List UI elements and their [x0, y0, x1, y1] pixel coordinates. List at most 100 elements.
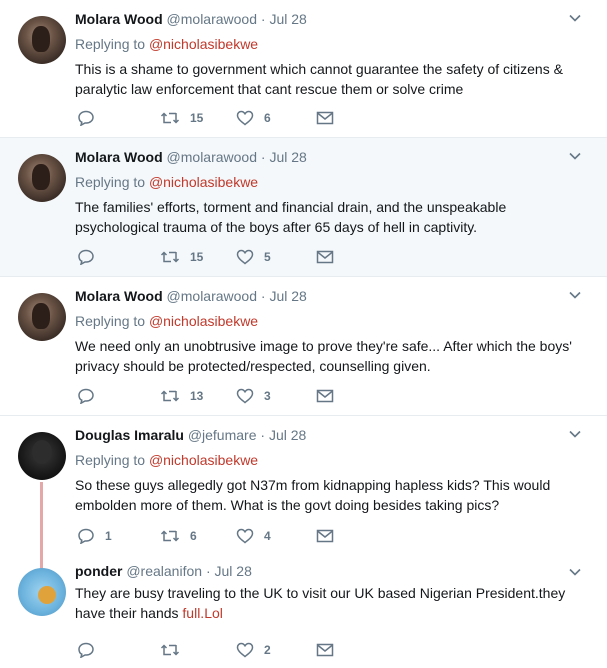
direct-message-button[interactable]	[316, 526, 334, 546]
heart-icon	[236, 110, 254, 126]
chevron-down-icon[interactable]	[569, 12, 581, 24]
user-handle[interactable]: @molarawood	[167, 11, 257, 27]
user-handle[interactable]: @jefumare	[188, 427, 257, 443]
user-handle[interactable]: @molarawood	[167, 288, 257, 304]
heart-icon	[236, 249, 254, 265]
tweet-header: Molara Wood @molarawood · Jul 28	[75, 10, 587, 28]
tweet-text-line: privacy should be protected/respected, c…	[75, 358, 431, 374]
display-name[interactable]: Molara Wood	[75, 149, 163, 165]
mention-link[interactable]: @nicholasibekwe	[149, 313, 258, 329]
tweet-actions: 1 6 4	[77, 526, 377, 546]
mention-link[interactable]: @nicholasibekwe	[149, 36, 258, 52]
reply-icon	[78, 249, 94, 265]
mention-link[interactable]: @nicholasibekwe	[149, 452, 258, 468]
retweet-icon	[160, 112, 180, 124]
retweet-button[interactable]: 13	[160, 386, 203, 406]
direct-message-button[interactable]	[316, 386, 334, 406]
tweet-actions: 2	[77, 640, 377, 660]
reply-button[interactable]	[77, 247, 105, 267]
direct-message-button[interactable]	[316, 247, 334, 267]
direct-message-button[interactable]	[316, 640, 334, 660]
timestamp[interactable]: Jul 28	[215, 563, 252, 579]
tweet[interactable]: Molara Wood @molarawood · Jul 28 Replyin…	[0, 0, 607, 138]
like-button[interactable]: 4	[236, 526, 271, 546]
avatar[interactable]	[18, 432, 66, 480]
tweet-header: Molara Wood @molarawood · Jul 28	[75, 287, 587, 305]
envelope-icon	[316, 643, 334, 657]
tweet-text: The families' efforts, torment and finan…	[75, 197, 587, 237]
retweet-button[interactable]	[160, 640, 190, 660]
chevron-down-icon[interactable]	[569, 566, 581, 578]
reply-button[interactable]: 1	[77, 526, 112, 546]
reply-button[interactable]	[77, 386, 105, 406]
tweet-actions: 15 6	[77, 108, 377, 128]
tweet-text-line: We need only an unobtrusive image to pro…	[75, 338, 572, 354]
tweet[interactable]: Molara Wood @molarawood · Jul 28 Replyin…	[0, 138, 607, 277]
reply-icon	[78, 110, 94, 126]
chevron-down-icon[interactable]	[569, 289, 581, 301]
tweet[interactable]: ponder @realanifon · Jul 28 They are bus…	[0, 560, 607, 668]
timestamp[interactable]: Jul 28	[269, 288, 306, 304]
tweet-text: So these guys allegedly got N37m from ki…	[75, 475, 587, 515]
retweet-count: 15	[190, 111, 204, 125]
timestamp[interactable]: Jul 28	[269, 149, 306, 165]
retweet-button[interactable]: 15	[160, 247, 203, 267]
replying-to-prefix: Replying to	[75, 174, 149, 190]
tweet-text: This is a shame to government which cann…	[75, 59, 587, 99]
reply-button[interactable]	[77, 640, 105, 660]
tweet-header: ponder @realanifon · Jul 28	[75, 562, 587, 580]
separator: ·	[260, 149, 266, 165]
tweet-text-line: They are busy traveling to the UK to vis…	[75, 585, 566, 601]
replying-to: Replying to @nicholasibekwe	[75, 35, 587, 53]
reply-icon	[78, 642, 94, 658]
envelope-icon	[316, 250, 334, 264]
like-count: 3	[264, 389, 271, 403]
tweet-text: We need only an unobtrusive image to pro…	[75, 336, 587, 376]
tweet-text-line: psychological trauma of the boys after 6…	[75, 219, 478, 235]
tweet-feed: Molara Wood @molarawood · Jul 28 Replyin…	[0, 0, 607, 668]
tweet-text-segment: have their hands	[75, 605, 183, 621]
retweet-button[interactable]: 6	[160, 526, 197, 546]
separator: ·	[205, 563, 211, 579]
display-name[interactable]: Molara Wood	[75, 288, 163, 304]
avatar[interactable]	[18, 568, 66, 616]
mention-link[interactable]: @nicholasibekwe	[149, 174, 258, 190]
separator: ·	[260, 11, 266, 27]
tweet-text-line: So these guys allegedly got N37m from ki…	[75, 477, 551, 493]
replying-to: Replying to @nicholasibekwe	[75, 451, 587, 469]
like-button[interactable]: 2	[236, 640, 271, 660]
envelope-icon	[316, 529, 334, 543]
reply-button[interactable]	[77, 108, 105, 128]
avatar[interactable]	[18, 293, 66, 341]
display-name[interactable]: Douglas Imaralu	[75, 427, 184, 443]
user-handle[interactable]: @realanifon	[126, 563, 202, 579]
heart-icon	[236, 388, 254, 404]
avatar[interactable]	[18, 154, 66, 202]
replying-to: Replying to @nicholasibekwe	[75, 173, 587, 191]
display-name[interactable]: Molara Wood	[75, 11, 163, 27]
tweet-header: Douglas Imaralu @jefumare · Jul 28	[75, 426, 587, 444]
tweet-actions: 15 5	[77, 247, 377, 267]
tweet-text-line: have their hands full.Lol	[75, 603, 587, 623]
heart-icon	[236, 642, 254, 658]
like-button[interactable]: 5	[236, 247, 271, 267]
like-button[interactable]: 6	[236, 108, 271, 128]
direct-message-button[interactable]	[316, 108, 334, 128]
timestamp[interactable]: Jul 28	[269, 427, 306, 443]
tweet-text-line: embolden more of them. What is the govt …	[75, 497, 500, 513]
tweet[interactable]: Douglas Imaralu @jefumare · Jul 28 Reply…	[0, 416, 607, 560]
like-button[interactable]: 3	[236, 386, 271, 406]
chevron-down-icon[interactable]	[569, 428, 581, 440]
tweet[interactable]: Molara Wood @molarawood · Jul 28 Replyin…	[0, 277, 607, 416]
tweet-header: Molara Wood @molarawood · Jul 28	[75, 148, 587, 166]
display-name[interactable]: ponder	[75, 563, 122, 579]
timestamp[interactable]: Jul 28	[269, 11, 306, 27]
retweet-button[interactable]: 15	[160, 108, 203, 128]
avatar[interactable]	[18, 16, 66, 64]
replying-to-prefix: Replying to	[75, 313, 149, 329]
user-handle[interactable]: @molarawood	[167, 149, 257, 165]
chevron-down-icon[interactable]	[569, 150, 581, 162]
replying-to-prefix: Replying to	[75, 36, 149, 52]
tweet-text-line: This is a shame to government which cann…	[75, 61, 563, 77]
hashtag-link[interactable]: full.Lol	[182, 605, 222, 621]
